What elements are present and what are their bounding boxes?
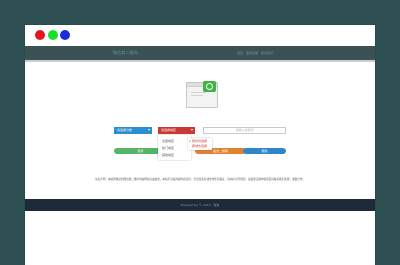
header-divider <box>25 60 375 62</box>
maximize-window-button[interactable] <box>60 30 70 40</box>
app-window: 微信群二维码 首页 使用说明 联系我们 请选择分类 请选择地区 请输入关键词 搜… <box>25 25 375 265</box>
region-dropdown: 全部地区 热门地区 其他地区 <box>158 135 191 160</box>
region-submenu: ✓ 按省份选择 按城市选择 <box>188 138 212 150</box>
site-footer: Powered by © 2019 · 微信 <box>25 199 375 211</box>
search-input[interactable]: 请输入关键词 <box>203 127 286 134</box>
close-window-button[interactable] <box>35 30 45 40</box>
disclaimer-text: 免责声明：本站所收录的微信群二维码均由网友自由提交，本站不对其内容的真实性、合法… <box>94 178 306 181</box>
dropdown-option[interactable]: 全部地区 <box>162 139 174 144</box>
nav-item-home[interactable]: 首页 <box>237 49 243 57</box>
site-nav: 首页 使用说明 联系我们 <box>237 49 273 57</box>
icon-line <box>191 92 206 93</box>
submenu-option[interactable]: 按城市选择 <box>192 144 207 149</box>
dropdown-option[interactable]: 其他地区 <box>162 153 174 158</box>
window-titlebar <box>25 25 375 45</box>
minimize-window-button[interactable] <box>48 30 58 40</box>
chevron-down-icon <box>148 129 150 131</box>
dropdown-option[interactable]: 热门地区 <box>162 146 174 151</box>
region-select[interactable]: 请选择地区 <box>158 127 195 134</box>
footer-text: Powered by © 2019 · 微信 <box>180 203 220 207</box>
chevron-down-icon <box>191 129 193 131</box>
nav-item-contact[interactable]: 联系我们 <box>261 49 273 57</box>
category-select[interactable]: 请选择分类 <box>114 127 152 134</box>
wechat-icon <box>203 81 216 92</box>
nav-item-guide[interactable]: 使用说明 <box>246 49 258 57</box>
site-brand[interactable]: 微信群二维码 <box>113 49 138 57</box>
help-button[interactable]: 帮助 <box>243 148 286 154</box>
region-select-label: 请选择地区 <box>161 128 177 132</box>
site-header: 微信群二维码 首页 使用说明 联系我们 <box>25 46 375 60</box>
icon-line <box>191 95 203 96</box>
category-select-label: 请选择分类 <box>117 128 133 132</box>
